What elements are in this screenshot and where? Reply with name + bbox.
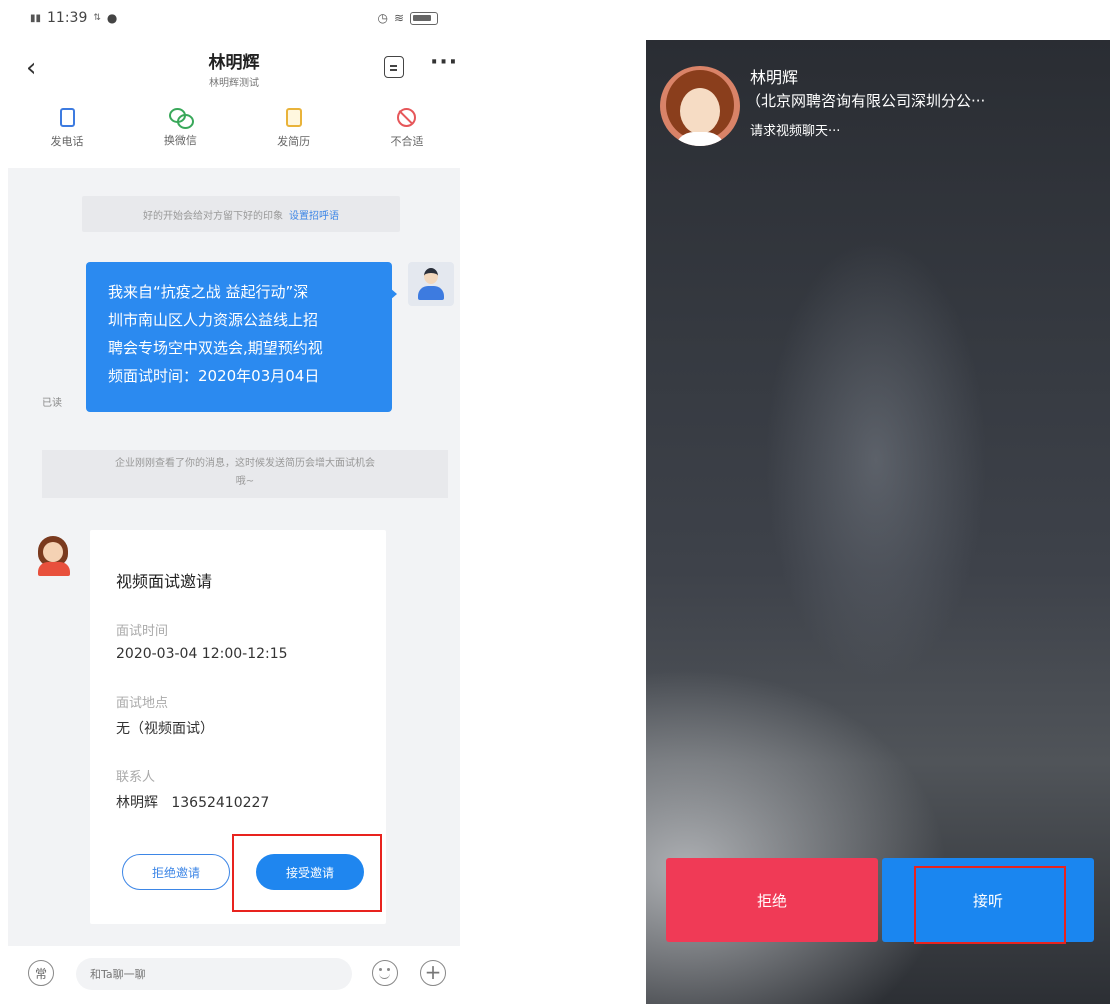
read-status: 已读	[42, 398, 62, 409]
notification-icon: ●	[106, 11, 118, 25]
greeting-tip: 好的开始会给对方留下好的印象 设置招呼语	[82, 196, 400, 232]
hr-avatar[interactable]	[32, 534, 76, 578]
message-line: 我来自“抗疫之战 益起行动”深	[108, 283, 309, 301]
message-line: 聘会专场空中双选会,期望预约视	[108, 339, 323, 357]
phone-icon	[59, 108, 75, 127]
highlight-box-accept	[232, 834, 382, 912]
action-call[interactable]: 发电话	[32, 108, 102, 160]
action-wechat-label: 换微信	[163, 134, 197, 147]
input-bar: 常 +	[8, 946, 460, 1004]
resume-icon	[285, 108, 302, 127]
wifi-icon: ≋	[393, 11, 404, 25]
decline-call-button[interactable]: 拒绝	[666, 858, 878, 942]
avatar-head	[424, 268, 438, 284]
interview-time-label: 面试时间	[116, 624, 169, 639]
wechat-icon	[169, 108, 195, 129]
contact-label: 联系人	[116, 770, 156, 785]
contact-value: 林明辉 13652410227	[116, 795, 270, 811]
interview-place-value: 无（视频面试）	[116, 721, 214, 737]
bubble-tail	[390, 288, 397, 300]
resume-tip-line: 企业刚刚查看了你的消息，这时候发送简历会增大面试机会	[115, 458, 375, 469]
my-message-bubble[interactable]: 我来自“抗疫之战 益起行动”深 圳市南山区人力资源公益线上招 聘会专场空中双选会…	[86, 262, 392, 412]
interview-place-label: 面试地点	[116, 696, 169, 711]
call-status: 请求视频聊天···	[750, 124, 841, 139]
my-avatar[interactable]	[408, 262, 454, 306]
action-wechat[interactable]: 换微信	[145, 108, 215, 160]
avatar-face	[43, 542, 63, 562]
message-input[interactable]	[76, 958, 352, 990]
unfit-icon	[397, 108, 417, 127]
reject-invite-button[interactable]: 拒绝邀请	[122, 854, 230, 890]
battery-icon	[410, 11, 438, 25]
action-unfit[interactable]: 不合适	[372, 108, 442, 160]
status-bar: ▮▮ 11:39 ⇅ ● ◷ ≋	[8, 0, 460, 36]
avatar-body	[38, 562, 70, 576]
invite-title: 视频面试邀请	[116, 572, 213, 591]
more-icon[interactable]: ···	[430, 50, 458, 75]
action-resume-label: 发简历	[277, 135, 311, 148]
message-line: 频面试时间：2020年03月04日	[108, 367, 320, 385]
avatar-face	[680, 88, 720, 134]
action-resume[interactable]: 发简历	[259, 108, 329, 160]
common-phrases-button[interactable]: 常	[28, 960, 54, 986]
alarm-icon: ◷	[377, 11, 388, 25]
status-right: ◷ ≋	[377, 11, 438, 25]
action-call-label: 发电话	[50, 135, 84, 148]
caller-name: 林明辉	[750, 68, 799, 87]
data-speed-icon: ⇅	[93, 13, 101, 23]
action-unfit-label: 不合适	[390, 135, 424, 148]
resume-tip: 企业刚刚查看了你的消息，这时候发送简历会增大面试机会 哦~	[42, 450, 448, 498]
plus-icon[interactable]: +	[420, 960, 446, 986]
quick-actions: 发电话 换微信 发简历 不合适	[8, 108, 460, 160]
interview-time-value: 2020-03-04 12:00-12:15	[116, 646, 288, 662]
nav-bar: ‹ 林明辉 林明辉测试 ···	[8, 44, 460, 102]
resume-tip-line: 哦~	[235, 476, 255, 487]
status-time: 11:39	[47, 10, 88, 26]
caller-avatar	[660, 66, 740, 146]
highlight-box-answer	[914, 866, 1066, 944]
set-greeting-link[interactable]: 设置招呼语	[289, 207, 339, 222]
video-call-screen: 林明辉 （北京网聘咨询有限公司深圳分公··· 请求视频聊天··· 拒绝 接听	[646, 40, 1110, 1004]
avatar-body	[418, 286, 444, 300]
message-line: 圳市南山区人力资源公益线上招	[108, 311, 319, 329]
emoji-icon[interactable]	[372, 960, 398, 986]
greeting-tip-text: 好的开始会给对方留下好的印象	[143, 210, 283, 222]
chat-area[interactable]: 好的开始会给对方留下好的印象 设置招呼语 我来自“抗疫之战 益起行动”深 圳市南…	[8, 168, 460, 946]
caller-company: （北京网聘咨询有限公司深圳分公···	[746, 92, 986, 110]
document-icon[interactable]	[384, 56, 404, 78]
status-left: ▮▮ 11:39 ⇅ ●	[30, 10, 117, 26]
signal-icon: ▮▮	[30, 12, 42, 24]
